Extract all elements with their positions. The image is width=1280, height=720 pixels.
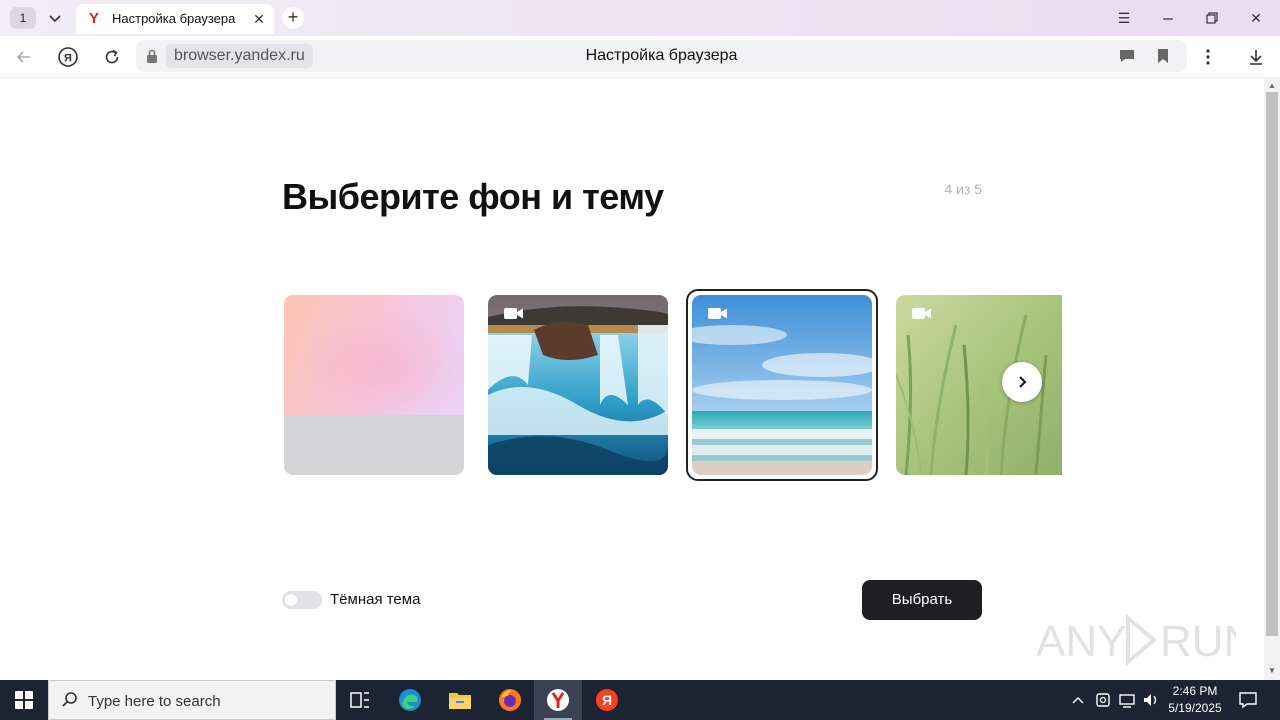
menu-icon[interactable]: ☰	[1112, 8, 1136, 28]
svg-text:RUN: RUN	[1160, 617, 1236, 666]
dark-theme-toggle[interactable]	[282, 591, 322, 609]
next-backgrounds-button[interactable]	[1002, 362, 1042, 402]
clock-time: 2:46 PM	[1172, 684, 1218, 698]
new-tab-icon[interactable]: +	[282, 7, 304, 29]
video-icon	[912, 307, 932, 320]
svg-text:Я: Я	[64, 53, 72, 65]
windows-start-button[interactable]	[0, 680, 48, 720]
dark-theme-label: Тёмная тема	[330, 591, 421, 608]
svg-text:ANY: ANY	[1036, 617, 1126, 666]
firefox-icon[interactable]	[486, 680, 534, 720]
reload-icon[interactable]	[99, 44, 125, 70]
tray-overflow-icon[interactable]	[1071, 690, 1085, 713]
yandex-app-icon[interactable]: Я	[583, 680, 631, 720]
volume-icon[interactable]	[1142, 690, 1160, 713]
video-icon	[708, 307, 728, 320]
tab-counter[interactable]: 1	[10, 7, 36, 29]
toggle-knob	[285, 594, 297, 606]
taskbar-clock[interactable]: 2:46 PM 5/19/2025	[1166, 683, 1224, 717]
tab-close-icon[interactable]: ✕	[250, 10, 268, 28]
clock-date: 5/19/2025	[1168, 701, 1222, 715]
video-icon	[504, 307, 524, 320]
task-view-icon[interactable]	[336, 680, 384, 720]
url-host[interactable]: browser.yandex.ru	[166, 44, 313, 68]
bookmark-icon[interactable]	[1156, 48, 1170, 64]
page-scrollbar[interactable]: ▲ ▼	[1264, 78, 1280, 680]
notifications-icon[interactable]	[1238, 690, 1258, 713]
svg-text:Я: Я	[602, 692, 612, 708]
close-window-icon[interactable]: ✕	[1244, 8, 1268, 28]
edge-icon[interactable]	[386, 680, 434, 720]
gradient-preview	[284, 295, 464, 475]
step-indicator: 4 из 5	[944, 181, 982, 197]
meet-now-icon[interactable]	[1095, 690, 1111, 713]
background-card-gradient[interactable]	[284, 295, 464, 475]
background-card-waterfall[interactable]	[488, 295, 668, 475]
browser-toolbar: Я browser.yandex.ru Настройка браузера	[0, 36, 1280, 78]
yandex-browser-taskbar-icon[interactable]	[534, 680, 582, 720]
taskbar-search-box[interactable]: Type here to search	[48, 680, 336, 720]
downloads-icon[interactable]	[1243, 44, 1269, 70]
more-icon[interactable]	[1195, 44, 1221, 70]
sea-preview	[692, 295, 872, 475]
windows-logo-icon	[15, 691, 33, 709]
minimize-icon[interactable]	[1156, 8, 1180, 28]
choose-button[interactable]: Выбрать	[862, 580, 982, 620]
tab-title: Настройка браузера	[112, 11, 236, 26]
chevron-right-icon	[1019, 376, 1027, 388]
windows-taskbar: Type here to search Я 2:46 PM 5/19/2025	[0, 680, 1280, 720]
yandex-favicon-icon: Y	[88, 10, 99, 27]
tab-bar: 1 Y Настройка браузера ✕ + ☰ ✕	[0, 0, 1280, 36]
lock-icon[interactable]	[145, 48, 159, 64]
scroll-up-icon[interactable]: ▲	[1268, 81, 1276, 90]
scroll-down-icon[interactable]: ▼	[1268, 666, 1276, 675]
search-icon	[61, 691, 79, 709]
scroll-thumb[interactable]	[1266, 92, 1278, 636]
yandex-home-icon[interactable]: Я	[55, 44, 81, 70]
chat-icon[interactable]	[1118, 48, 1136, 64]
active-tab[interactable]: Y Настройка браузера ✕	[76, 4, 274, 34]
search-placeholder: Type here to search	[88, 693, 221, 710]
tabs-dropdown-icon[interactable]	[44, 8, 66, 28]
address-bar[interactable]: browser.yandex.ru Настройка браузера	[136, 40, 1187, 72]
file-explorer-icon[interactable]	[436, 680, 484, 720]
waterfall-preview	[488, 295, 668, 475]
restore-icon[interactable]	[1200, 8, 1224, 28]
network-icon[interactable]	[1118, 690, 1136, 713]
back-icon[interactable]	[11, 44, 37, 70]
background-card-sea[interactable]	[692, 295, 872, 475]
anyrun-watermark: ANY RUN	[1036, 608, 1255, 672]
page-heading: Выберите фон и тему	[282, 176, 664, 217]
